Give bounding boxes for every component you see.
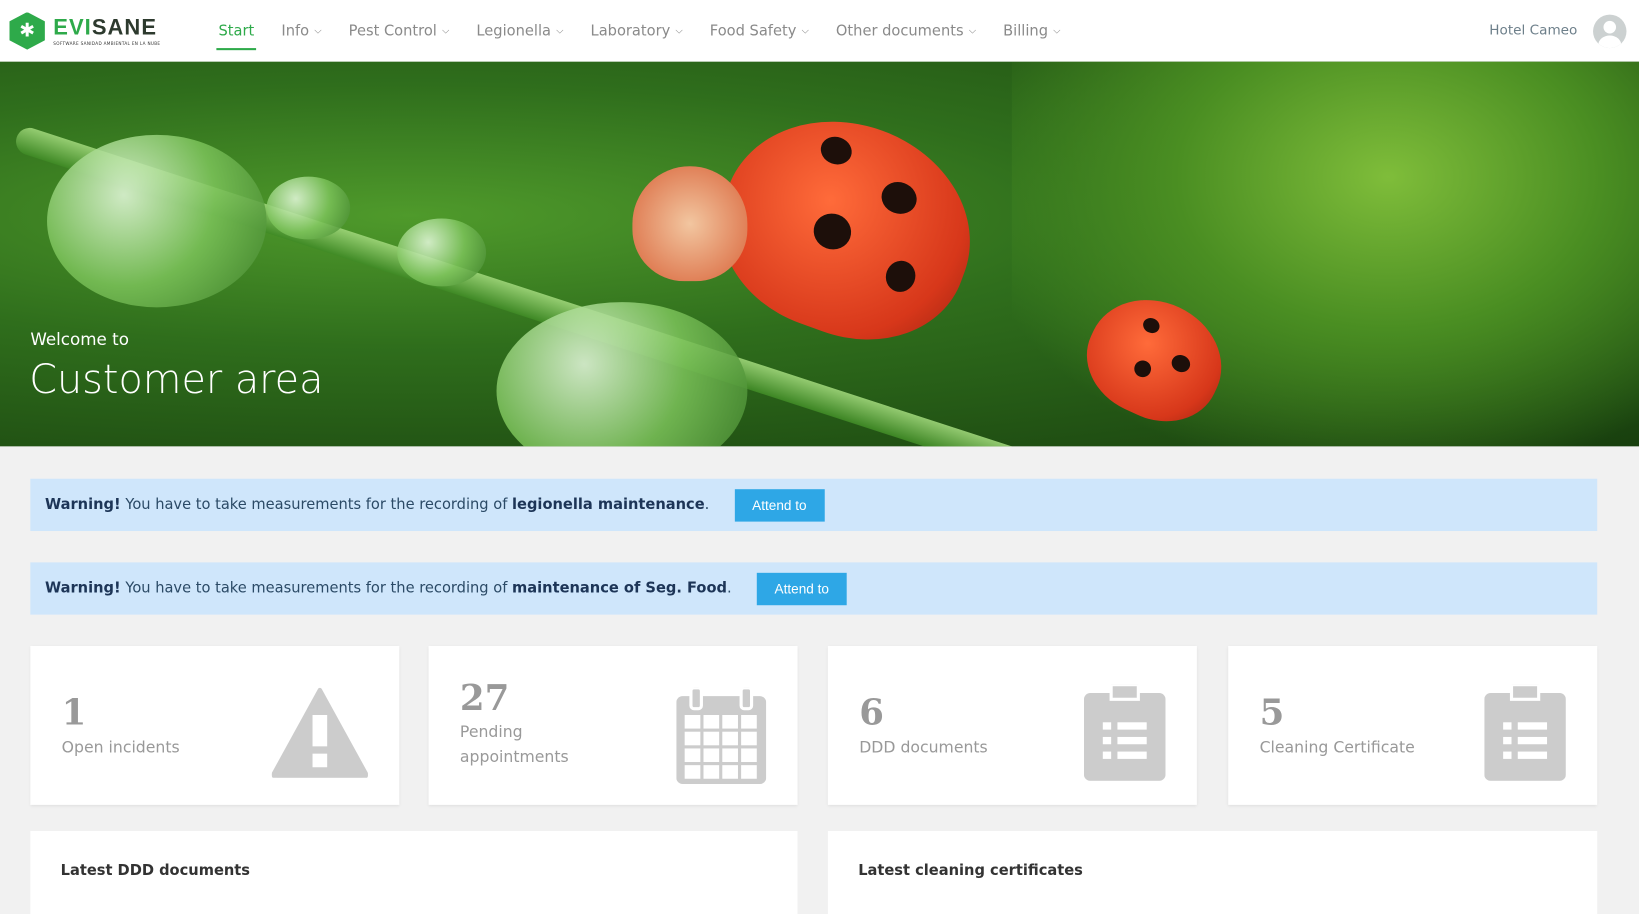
- logo[interactable]: ✱ EVISANE SOFTWARE SANIDAD AMBIENTAL EN L…: [9, 12, 218, 50]
- cleaning-certificate-card[interactable]: 5 Cleaning Certificate: [1228, 645, 1598, 805]
- nav-laboratory[interactable]: Laboratory ⌵: [591, 0, 683, 62]
- clipboard-icon: [1484, 684, 1566, 781]
- brand-name-a: EVI: [53, 15, 92, 40]
- top-navbar: ✱ EVISANE SOFTWARE SANIDAD AMBIENTAL EN L…: [0, 0, 1639, 62]
- brand-name-b: SANE: [91, 15, 158, 40]
- nav-info[interactable]: Info ⌵: [281, 0, 321, 62]
- chevron-down-icon: ⌵: [556, 25, 564, 37]
- pending-appointments-card[interactable]: 27 Pending appointments: [428, 645, 798, 805]
- chevron-down-icon: ⌵: [314, 25, 322, 37]
- latest-cleaning-certificates-panel: Latest cleaning certificates: [827, 831, 1598, 914]
- warning-alert: Warning! You have to take measurements f…: [30, 478, 1598, 532]
- avatar: [1593, 14, 1627, 48]
- card-value: 1: [61, 691, 87, 734]
- panel-title: Latest DDD documents: [60, 862, 251, 880]
- nav-pest-control[interactable]: Pest Control ⌵: [349, 0, 450, 62]
- chevron-down-icon: ⌵: [968, 25, 976, 37]
- chevron-down-icon: ⌵: [801, 25, 809, 37]
- chevron-down-icon: ⌵: [1053, 25, 1061, 37]
- user-name: Hotel Cameo: [1489, 22, 1578, 39]
- latest-ddd-documents-panel: Latest DDD documents: [30, 831, 798, 914]
- hero-banner: Welcome to Customer area: [0, 61, 1639, 447]
- ddd-documents-card[interactable]: 6 DDD documents: [827, 645, 1197, 805]
- chevron-down-icon: ⌵: [675, 25, 683, 37]
- warning-alert: Warning! You have to take measurements f…: [30, 562, 1598, 615]
- user-menu[interactable]: Hotel Cameo: [1489, 0, 1627, 62]
- nav-start[interactable]: Start: [216, 0, 257, 62]
- page-title: Customer area: [29, 356, 324, 403]
- card-label: Pending appointments: [459, 722, 569, 767]
- card-label: DDD documents: [859, 737, 988, 757]
- card-label: Cleaning Certificate: [1259, 737, 1415, 757]
- calendar-icon: [676, 687, 767, 784]
- clipboard-icon: [1083, 684, 1166, 781]
- card-value: 6: [859, 691, 884, 734]
- welcome-text: Welcome to: [30, 329, 129, 350]
- brand-tagline: SOFTWARE SANIDAD AMBIENTAL EN LA NUBE: [53, 40, 161, 46]
- attend-to-button[interactable]: Attend to: [734, 488, 825, 522]
- panel-title: Latest cleaning certificates: [858, 862, 1083, 880]
- nav-other-documents[interactable]: Other documents ⌵: [836, 0, 976, 62]
- nav-billing[interactable]: Billing ⌵: [1003, 0, 1060, 62]
- nav-legionella[interactable]: Legionella ⌵: [476, 0, 563, 62]
- open-incidents-card[interactable]: 1 Open incidents: [30, 645, 400, 805]
- attend-to-button[interactable]: Attend to: [756, 572, 847, 605]
- warning-icon: [271, 687, 368, 778]
- card-value: 5: [1259, 691, 1285, 734]
- card-value: 27: [459, 677, 510, 720]
- nav-food-safety[interactable]: Food Safety ⌵: [710, 0, 809, 62]
- chevron-down-icon: ⌵: [442, 25, 450, 37]
- bug-icon: ✱: [9, 12, 45, 50]
- card-label: Open incidents: [61, 737, 180, 757]
